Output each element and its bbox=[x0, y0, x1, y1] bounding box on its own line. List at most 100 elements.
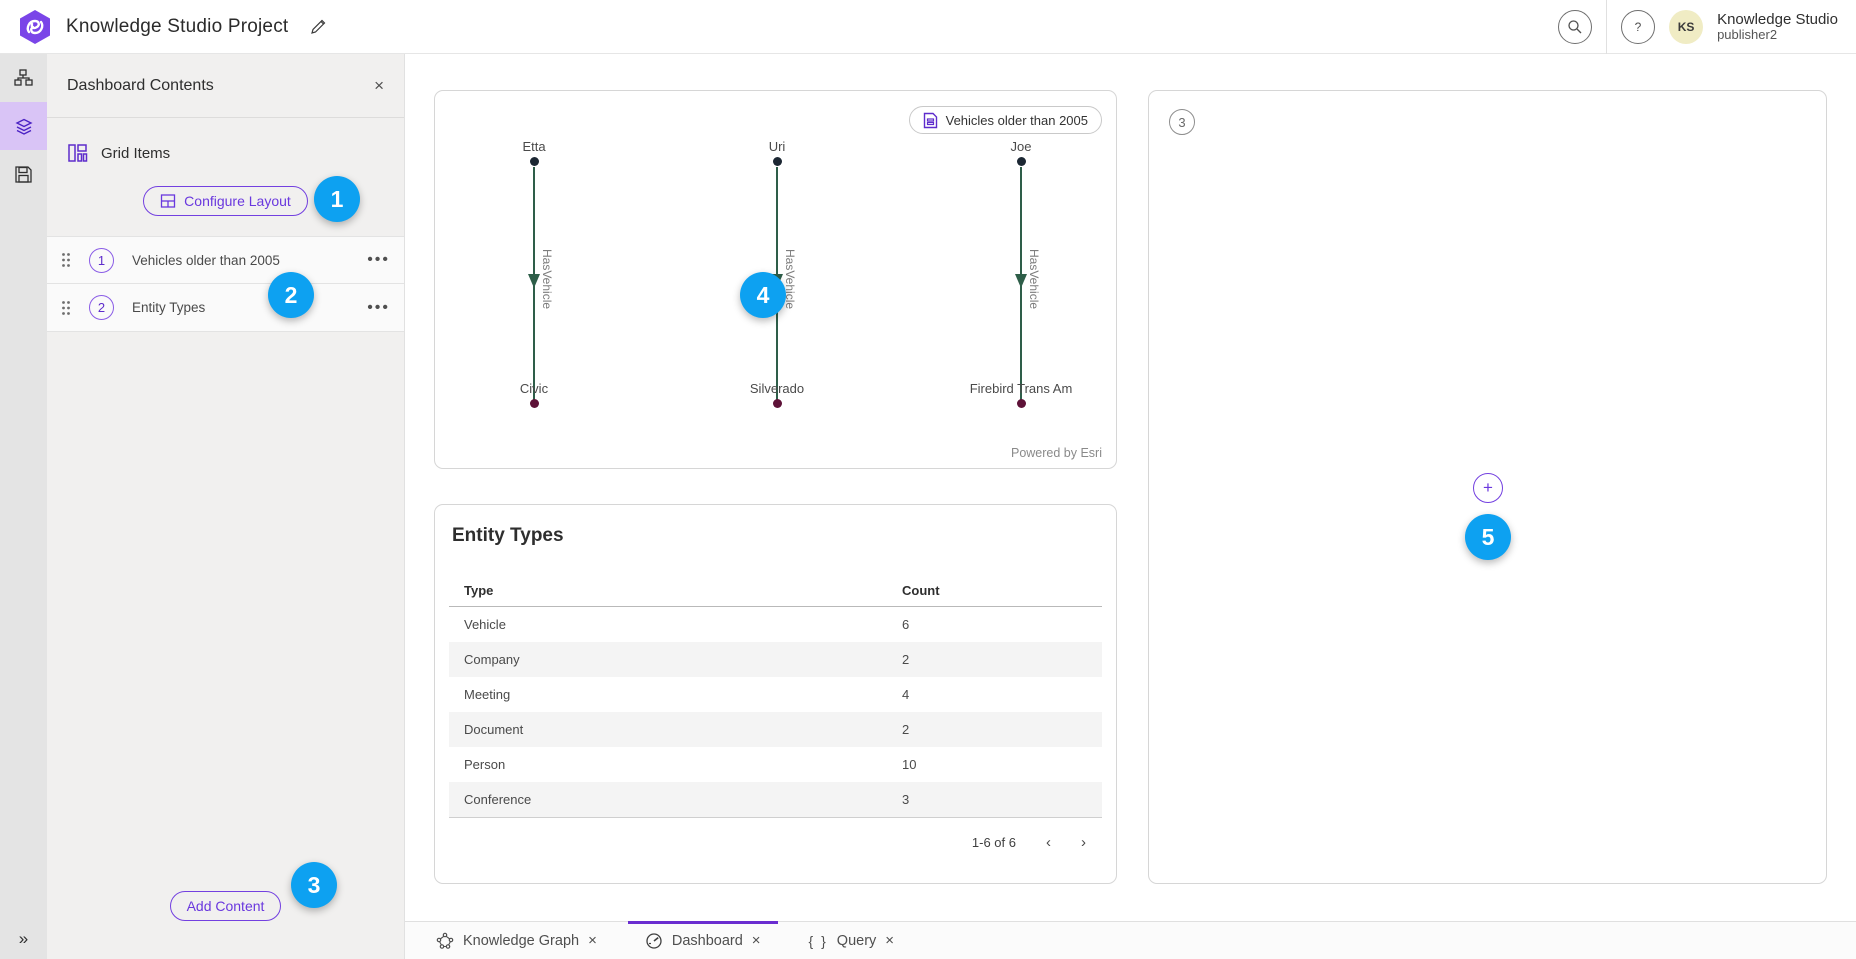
table-row[interactable]: Person 10 bbox=[449, 747, 1102, 782]
add-content-label: Add Content bbox=[187, 898, 265, 914]
graph-node-firebird[interactable]: Firebird Trans Am bbox=[941, 381, 1101, 408]
entity-types-widget[interactable]: Entity Types Type Count Vehicle 6 Compan… bbox=[434, 504, 1117, 884]
column-header-count[interactable]: Count bbox=[902, 583, 1087, 598]
graph-edge: HasVehicle bbox=[941, 91, 1101, 470]
edit-title-icon[interactable] bbox=[310, 18, 327, 35]
panel-title: Dashboard Contents bbox=[67, 77, 214, 95]
add-content-button[interactable]: Add Content bbox=[170, 891, 282, 921]
annotation-badge-5: 5 bbox=[1465, 514, 1511, 560]
tab-knowledge-graph[interactable]: Knowledge Graph × bbox=[419, 922, 614, 959]
help-icon: ? bbox=[1630, 19, 1646, 35]
close-tab-icon[interactable]: × bbox=[752, 932, 761, 949]
item-label: Entity Types bbox=[132, 300, 367, 315]
expand-rail-button[interactable]: » bbox=[0, 929, 47, 949]
add-widget-button[interactable]: + bbox=[1473, 473, 1503, 503]
cell-count: 6 bbox=[902, 617, 1087, 632]
annotation-badge-3: 3 bbox=[291, 862, 337, 908]
item-menu-button[interactable]: ••• bbox=[367, 299, 390, 317]
bottom-tab-bar: Knowledge Graph × Dashboard × { } Query … bbox=[405, 921, 1856, 959]
graph-node-silverado[interactable]: Silverado bbox=[697, 381, 857, 408]
cell-type: Meeting bbox=[464, 687, 902, 702]
header-divider bbox=[1606, 0, 1607, 54]
entity-types-table: Type Count Vehicle 6 Company 2 Meeting 4… bbox=[449, 575, 1102, 817]
entity-types-title: Entity Types bbox=[435, 525, 1116, 547]
table-row[interactable]: Meeting 4 bbox=[449, 677, 1102, 712]
search-button[interactable] bbox=[1558, 10, 1592, 44]
panel-header: Dashboard Contents × bbox=[47, 54, 404, 118]
annotation-badge-2: 2 bbox=[268, 272, 314, 318]
cell-count: 4 bbox=[902, 687, 1087, 702]
table-row[interactable]: Company 2 bbox=[449, 642, 1102, 677]
prev-page-button[interactable]: ‹ bbox=[1046, 834, 1051, 851]
table-row[interactable]: Document 2 bbox=[449, 712, 1102, 747]
grid-items-header: Grid Items bbox=[47, 118, 404, 164]
node-label: Silverado bbox=[697, 381, 857, 396]
cell-type: Vehicle bbox=[464, 617, 902, 632]
slot-number-badge: 3 bbox=[1169, 109, 1195, 135]
node-dot[interactable] bbox=[530, 399, 539, 408]
tab-query[interactable]: { } Query × bbox=[792, 922, 912, 959]
tab-label: Query bbox=[837, 933, 877, 949]
edge-arrow-icon bbox=[528, 274, 540, 288]
rail-item-hierarchy[interactable] bbox=[0, 54, 47, 102]
drag-handle-icon[interactable] bbox=[61, 300, 71, 316]
page-title: Knowledge Studio Project bbox=[66, 16, 288, 38]
grid-items-label: Grid Items bbox=[101, 145, 170, 162]
table-row[interactable]: Vehicle 6 bbox=[449, 607, 1102, 642]
layer-document-icon bbox=[923, 112, 938, 129]
dashboard-gauge-icon bbox=[645, 932, 663, 950]
svg-text:?: ? bbox=[1635, 20, 1642, 34]
tab-label: Knowledge Graph bbox=[463, 933, 579, 949]
cell-count: 2 bbox=[902, 652, 1087, 667]
help-button[interactable]: ? bbox=[1621, 10, 1655, 44]
drag-handle-icon[interactable] bbox=[61, 252, 71, 268]
cell-count: 10 bbox=[902, 757, 1087, 772]
cell-type: Person bbox=[464, 757, 902, 772]
close-panel-button[interactable]: × bbox=[374, 76, 384, 96]
configure-layout-button[interactable]: Configure Layout bbox=[143, 186, 308, 216]
search-icon bbox=[1567, 19, 1583, 35]
user-info[interactable]: Knowledge Studio publisher2 bbox=[1717, 11, 1838, 43]
list-item-entity-types[interactable]: 2 Entity Types ••• bbox=[47, 284, 404, 332]
close-tab-icon[interactable]: × bbox=[885, 932, 894, 949]
query-braces-icon: { } bbox=[809, 933, 828, 949]
empty-grid-slot[interactable]: 3 + bbox=[1148, 90, 1827, 884]
esri-attribution: Powered by Esri bbox=[1011, 446, 1102, 460]
left-icon-rail: » bbox=[0, 54, 47, 959]
hierarchy-icon bbox=[14, 68, 34, 88]
edge-label: HasVehicle bbox=[1027, 249, 1041, 309]
tab-dashboard[interactable]: Dashboard × bbox=[628, 921, 778, 959]
node-label: Firebird Trans Am bbox=[941, 381, 1101, 396]
list-item-vehicles[interactable]: 1 Vehicles older than 2005 ••• bbox=[47, 236, 404, 284]
save-icon bbox=[14, 165, 33, 184]
configure-layout-icon bbox=[160, 193, 176, 209]
column-header-type[interactable]: Type bbox=[464, 583, 902, 598]
cell-type: Document bbox=[464, 722, 902, 737]
graph-node-civic[interactable]: Civic bbox=[454, 381, 614, 408]
next-page-button[interactable]: › bbox=[1081, 834, 1086, 851]
item-number-badge: 2 bbox=[89, 295, 114, 320]
item-label: Vehicles older than 2005 bbox=[132, 253, 367, 268]
table-header-row: Type Count bbox=[449, 575, 1102, 607]
pagination-label: 1-6 of 6 bbox=[972, 835, 1016, 850]
annotation-badge-1: 1 bbox=[314, 176, 360, 222]
grid-items-icon bbox=[67, 142, 89, 164]
knowledge-studio-logo bbox=[18, 9, 52, 45]
edge-arrow-icon bbox=[1015, 274, 1027, 288]
table-row[interactable]: Conference 3 bbox=[449, 782, 1102, 817]
app-header: Knowledge Studio Project ? KS Knowledge … bbox=[0, 0, 1856, 54]
user-role: publisher2 bbox=[1717, 28, 1838, 43]
rail-item-save[interactable] bbox=[0, 150, 47, 198]
edge-label: HasVehicle bbox=[540, 249, 554, 309]
item-menu-button[interactable]: ••• bbox=[367, 251, 390, 269]
table-pagination: 1-6 of 6 ‹ › bbox=[449, 817, 1102, 867]
user-name: Knowledge Studio bbox=[1717, 11, 1838, 28]
rail-item-contents[interactable] bbox=[0, 102, 47, 150]
configure-layout-label: Configure Layout bbox=[184, 193, 291, 209]
graph-edge: HasVehicle bbox=[454, 91, 614, 470]
close-tab-icon[interactable]: × bbox=[588, 932, 597, 949]
avatar[interactable]: KS bbox=[1669, 10, 1703, 44]
node-dot[interactable] bbox=[1017, 399, 1026, 408]
node-label: Civic bbox=[454, 381, 614, 396]
node-dot[interactable] bbox=[773, 399, 782, 408]
